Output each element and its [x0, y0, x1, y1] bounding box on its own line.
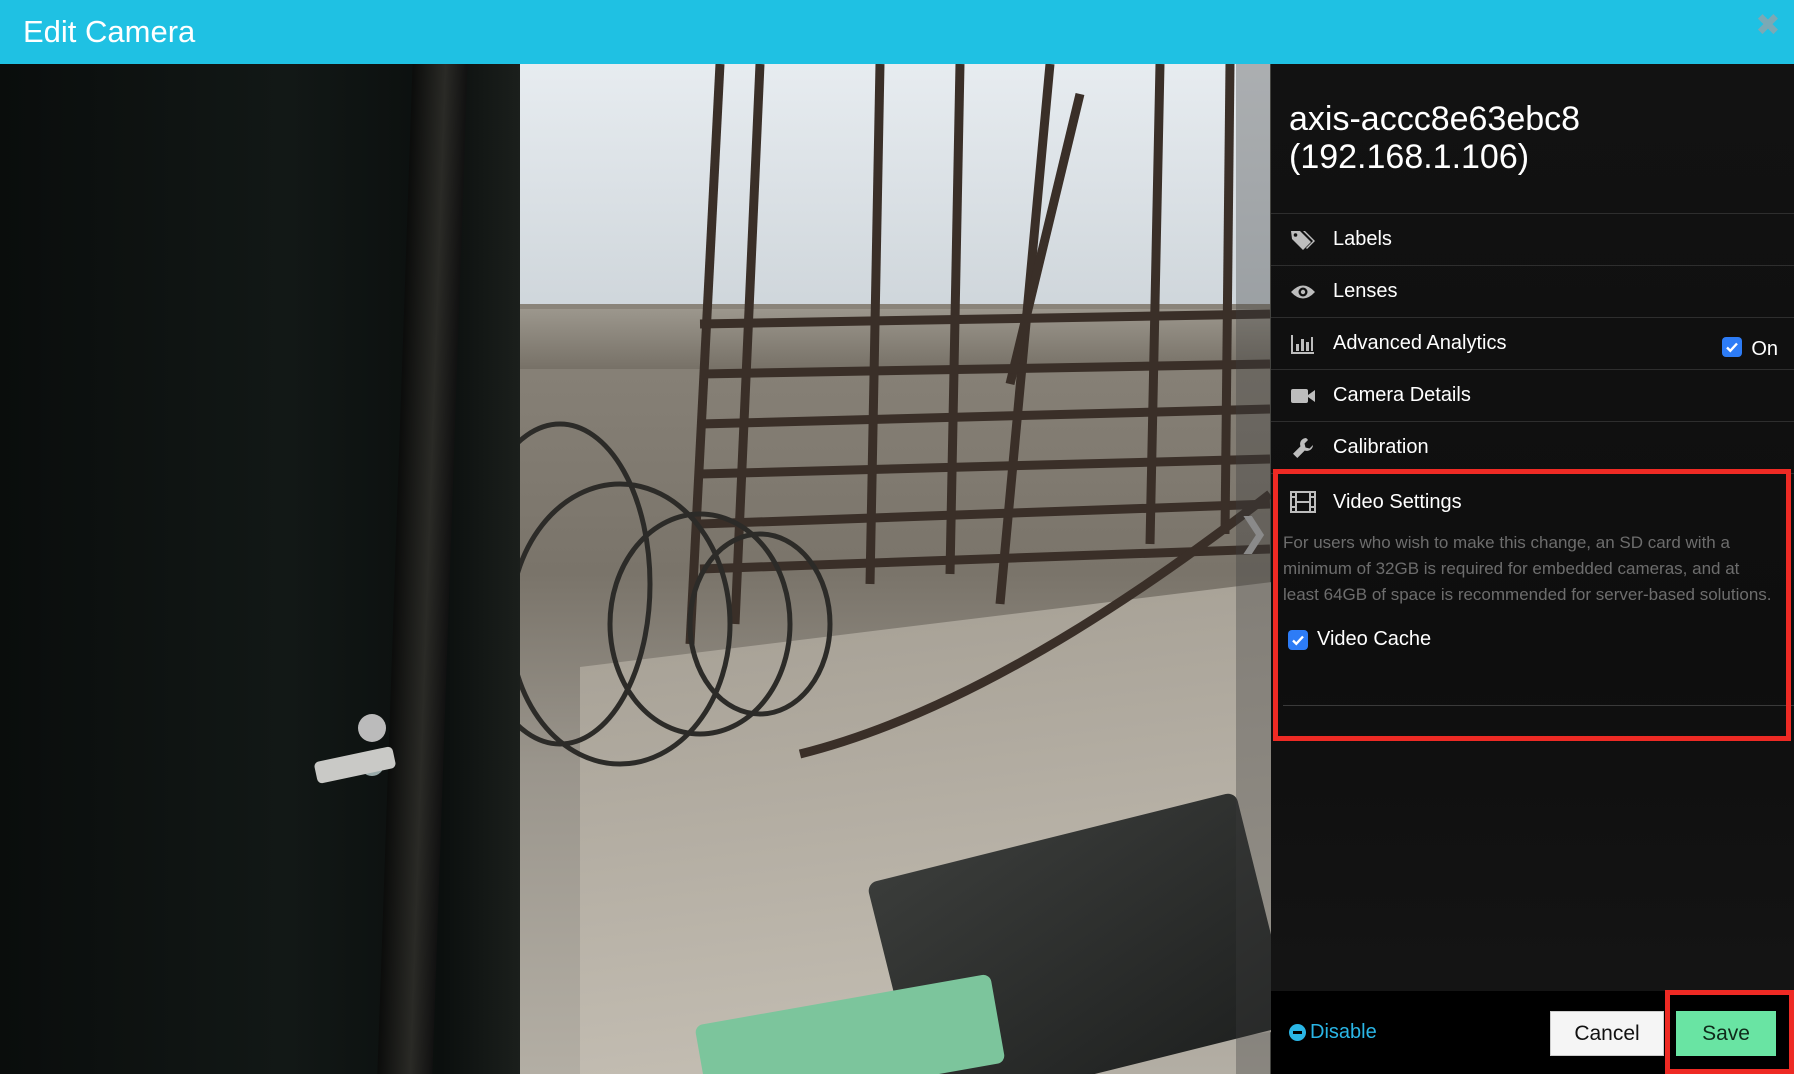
- tag-icon: [1289, 228, 1317, 252]
- collapse-panel-toggle[interactable]: ❯: [1236, 64, 1271, 1074]
- video-cache-label: Video Cache: [1317, 628, 1432, 650]
- advanced-analytics-checkbox[interactable]: [1722, 336, 1743, 357]
- eye-icon: [1289, 280, 1317, 304]
- door-lock: [358, 714, 386, 742]
- menu-item-camera-details[interactable]: Camera Details: [1271, 369, 1794, 421]
- menu-item-label: Video Settings: [1333, 490, 1462, 513]
- bar-chart-icon: [1289, 332, 1317, 356]
- menu-item-lenses[interactable]: Lenses: [1271, 265, 1794, 317]
- menu-item-label: Lenses: [1333, 280, 1398, 302]
- chevron-right-icon: ❯: [1237, 509, 1270, 554]
- minus-circle-icon: [1289, 1024, 1306, 1041]
- video-cache-option[interactable]: Video Cache: [1271, 628, 1794, 651]
- camera-preview: ❯: [0, 64, 1271, 1074]
- video-cache-checkbox[interactable]: [1288, 629, 1308, 650]
- camera-settings-panel: axis-accc8e63ebc8 (192.168.1.106) Labels…: [1271, 64, 1794, 1074]
- menu-item-labels[interactable]: Labels: [1271, 213, 1794, 265]
- dialog-header: Edit Camera ✖: [0, 0, 1794, 64]
- close-icon[interactable]: ✖: [1754, 11, 1782, 41]
- menu-item-label: Labels: [1333, 228, 1392, 250]
- disable-label: Disable: [1310, 1021, 1377, 1043]
- camera-name: axis-accc8e63ebc8 (192.168.1.106): [1289, 100, 1581, 176]
- wrench-icon: [1289, 436, 1317, 460]
- film-icon: [1289, 490, 1317, 514]
- settings-menu: Labels Lenses Advanced Analytics On Came…: [1271, 213, 1794, 726]
- cancel-button[interactable]: Cancel: [1550, 1011, 1664, 1056]
- video-settings-section: Video Settings For users who wish to mak…: [1271, 473, 1794, 726]
- divider: [1283, 705, 1794, 706]
- menu-item-video-settings[interactable]: Video Settings: [1271, 488, 1794, 516]
- dialog-title: Edit Camera: [23, 14, 196, 49]
- menu-item-advanced-analytics[interactable]: Advanced Analytics On: [1271, 317, 1794, 369]
- dialog-footer: Disable Cancel Save: [1271, 991, 1794, 1074]
- advanced-analytics-toggle: On: [1722, 332, 1778, 361]
- menu-item-label: Advanced Analytics: [1333, 332, 1507, 354]
- menu-item-label: Camera Details: [1333, 384, 1471, 406]
- video-settings-description: For users who wish to make this change, …: [1283, 533, 1772, 604]
- menu-item-calibration[interactable]: Calibration: [1271, 421, 1794, 473]
- video-camera-icon: [1289, 384, 1317, 408]
- toggle-on-label: On: [1751, 338, 1778, 360]
- save-button[interactable]: Save: [1676, 1011, 1776, 1056]
- disable-link[interactable]: Disable: [1289, 1021, 1377, 1044]
- menu-item-label: Calibration: [1333, 436, 1429, 458]
